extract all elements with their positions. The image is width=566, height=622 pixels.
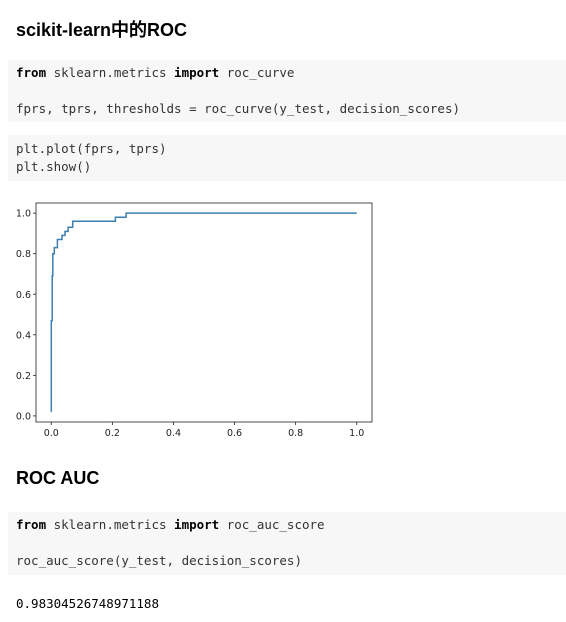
code-line: plt.show() (16, 159, 92, 174)
y-tick-label: 0.4 (16, 330, 31, 341)
keyword: import (174, 517, 220, 532)
code-text: sklearn.metrics (46, 65, 175, 80)
code-line: roc_auc_score(y_test, decision_scores) (16, 553, 302, 568)
code-text: sklearn.metrics (46, 517, 175, 532)
section-title-auc: ROC AUC (16, 468, 100, 488)
keyword: from (16, 65, 47, 80)
y-tick-label: 0.2 (16, 371, 31, 382)
auc-output: 0.98304526748971188 (16, 596, 159, 611)
x-tick-label: 0.8 (288, 428, 303, 439)
keyword: import (174, 65, 220, 80)
x-tick-label: 0.6 (227, 428, 242, 439)
y-tick-label: 0.8 (16, 249, 31, 260)
code-line: plt.plot(fprs, tprs) (16, 141, 167, 156)
y-tick-label: 1.0 (16, 209, 31, 220)
code-line: fprs, tprs, thresholds = roc_curve(y_tes… (16, 101, 461, 116)
code-text: roc_curve (219, 65, 295, 80)
y-tick-label: 0.0 (16, 411, 31, 422)
code-cell-plot[interactable]: plt.plot(fprs, tprs) plt.show() (8, 135, 566, 181)
x-tick-label: 0.4 (166, 428, 181, 439)
roc-chart: 0.0 0.2 0.4 0.6 0.8 1.0 0.0 0.2 0.4 0.6 0.8 1.0 (16, 202, 373, 439)
plot-frame (35, 202, 373, 423)
section-title-roc: scikit-learn中的ROC (16, 20, 188, 40)
code-cell-auc[interactable]: from sklearn.metrics import roc_auc_scor… (8, 512, 566, 575)
x-tick-label: 0.0 (44, 428, 59, 439)
y-tick-label: 0.6 (16, 290, 31, 301)
code-text: roc_auc_score (219, 517, 325, 532)
roc-curve-line (50, 212, 357, 412)
x-tick-label: 1.0 (349, 428, 364, 439)
code-cell-roc-curve[interactable]: from sklearn.metrics import roc_curve fp… (8, 60, 566, 122)
x-tick-label: 0.2 (105, 428, 120, 439)
keyword: from (16, 517, 47, 532)
